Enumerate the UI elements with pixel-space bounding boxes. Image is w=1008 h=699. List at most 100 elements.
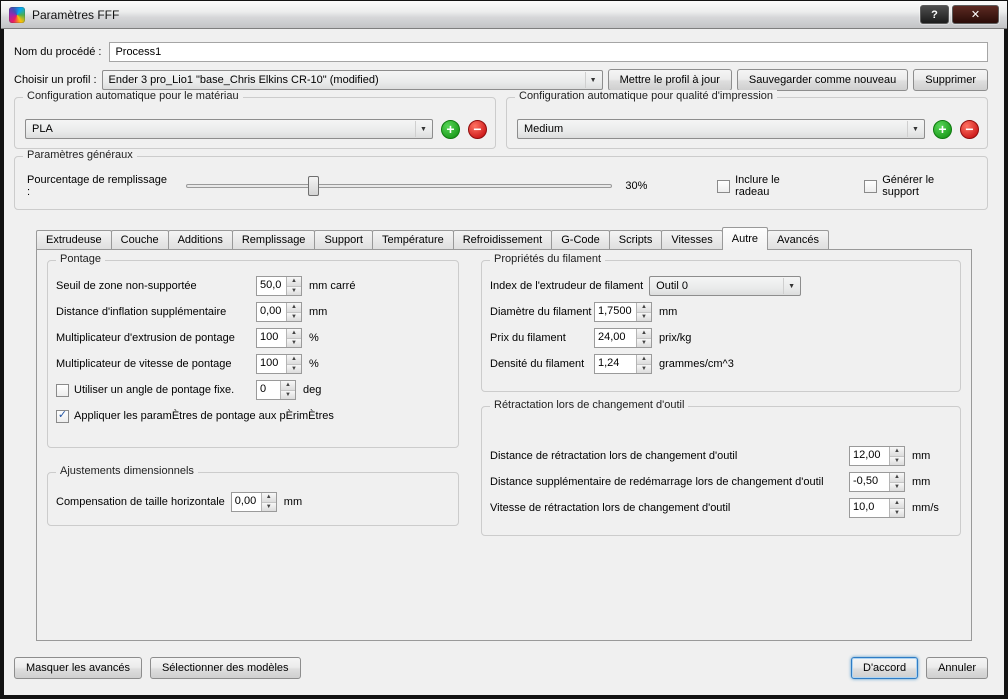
dimensional-adjustments-group: Ajustements dimensionnels Compensation d…: [47, 465, 459, 526]
unit-label: mm: [912, 450, 931, 462]
titlebar[interactable]: Paramètres FFF ? ✕: [1, 1, 1007, 29]
minus-icon: −: [473, 121, 482, 137]
save-as-new-profile-button[interactable]: Sauvegarder comme nouveau: [736, 69, 909, 91]
spin-up-icon[interactable]: ▲: [637, 329, 651, 339]
spin-up-icon[interactable]: ▲: [890, 499, 904, 509]
checkbox-icon: ✓: [56, 409, 69, 423]
bridge-angle-spinbox[interactable]: 0 ▲ ▼: [256, 380, 296, 400]
spin-down-icon[interactable]: ▼: [281, 390, 295, 399]
spin-up-icon[interactable]: ▲: [287, 303, 301, 313]
spin-down-icon[interactable]: ▼: [287, 338, 301, 347]
include-raft-checkbox[interactable]: ✓ Inclure le radeau: [717, 174, 816, 198]
spin-down-icon[interactable]: ▼: [890, 456, 904, 465]
app-icon: [9, 6, 25, 23]
spin-up-icon[interactable]: ▲: [890, 447, 904, 457]
infill-slider-handle[interactable]: [307, 176, 319, 196]
unit-label: mm: [659, 306, 678, 318]
toolchange-retraction-distance-spinbox[interactable]: 12,00 ▲ ▼: [849, 446, 905, 466]
cancel-button[interactable]: Annuler: [926, 657, 988, 679]
horizontal-size-compensation-row: Compensation de taille horizontale 0,00 …: [56, 489, 450, 515]
include-raft-label: Inclure le radeau: [735, 174, 780, 198]
spin-up-icon[interactable]: ▲: [890, 473, 904, 483]
infill-percentage-label: Pourcentage de remplissage :: [27, 174, 168, 198]
material-select[interactable]: PLA ▼: [25, 119, 433, 139]
tab-scripts[interactable]: Scripts: [608, 230, 663, 249]
update-profile-button[interactable]: Mettre le profil à jour: [607, 69, 732, 91]
titlebar-buttons: ? ✕: [920, 5, 999, 24]
material-config-title: Configuration automatique pour le matéri…: [23, 90, 243, 102]
ok-button[interactable]: D'accord: [851, 657, 919, 679]
spin-down-icon[interactable]: ▼: [287, 286, 301, 295]
filament-price-spinbox[interactable]: 24,00 ▲ ▼: [594, 328, 652, 348]
quality-select[interactable]: Medium ▼: [517, 119, 925, 139]
help-button[interactable]: ?: [920, 5, 949, 24]
spin-up-icon[interactable]: ▲: [261, 493, 276, 503]
filament-density-spinbox[interactable]: 1,24 ▲ ▼: [594, 354, 652, 374]
fff-settings-window: Paramètres FFF ? ✕ Nom du procédé : Choi…: [0, 0, 1008, 699]
select-models-button[interactable]: Sélectionner des modèles: [149, 657, 301, 679]
remove-quality-button[interactable]: −: [960, 119, 979, 139]
toolchange-retraction-speed-spinbox[interactable]: 10,0 ▲ ▼: [849, 498, 905, 518]
generate-support-checkbox[interactable]: ✓ Générer le support: [864, 174, 973, 198]
spin-up-icon[interactable]: ▲: [637, 355, 651, 365]
spin-down-icon[interactable]: ▼: [637, 338, 651, 347]
dialog-client-area: Nom du procédé : Choisir un profil : End…: [4, 29, 1004, 695]
bridge-speed-spinbox[interactable]: 100 ▲ ▼: [256, 354, 302, 374]
hide-advanced-button[interactable]: Masquer les avancés: [14, 657, 142, 679]
tab-gcode[interactable]: G-Code: [551, 230, 610, 249]
close-button[interactable]: ✕: [952, 5, 999, 24]
tab-extrudeuse[interactable]: Extrudeuse: [36, 230, 112, 249]
spin-down-icon[interactable]: ▼: [261, 502, 276, 511]
tab-temperature[interactable]: Température: [371, 230, 454, 249]
process-name-input[interactable]: [109, 42, 988, 62]
window-title: Paramètres FFF: [32, 7, 120, 22]
fixed-bridge-angle-checkbox[interactable]: ✓ Utiliser un angle de pontage fixe.: [56, 383, 256, 397]
tab-remplissage[interactable]: Remplissage: [231, 230, 316, 249]
spin-down-icon[interactable]: ▼: [287, 312, 301, 321]
spin-down-icon[interactable]: ▼: [287, 364, 301, 373]
apply-bridging-perimeters-checkbox[interactable]: ✓ Appliquer les paramÈtres de pontage au…: [56, 409, 334, 423]
spin-up-icon[interactable]: ▲: [637, 303, 651, 313]
spin-up-icon[interactable]: ▲: [281, 381, 295, 391]
bridge-extrusion-row: Multiplicateur d'extrusion de pontage 10…: [56, 325, 450, 351]
tab-couche[interactable]: Couche: [110, 230, 169, 249]
unsupported-area-spinbox[interactable]: 50,0 ▲ ▼: [256, 276, 302, 296]
delete-profile-button[interactable]: Supprimer: [913, 69, 988, 91]
tab-autre[interactable]: Autre: [721, 227, 769, 250]
profile-label: Choisir un profil :: [14, 74, 97, 86]
spin-down-icon[interactable]: ▼: [890, 508, 904, 517]
horizontal-size-compensation-spinbox[interactable]: 0,00 ▲ ▼: [230, 492, 277, 512]
infill-slider[interactable]: [185, 176, 613, 196]
spin-up-icon[interactable]: ▲: [287, 277, 301, 287]
extra-inflation-spinbox[interactable]: 0,00 ▲ ▼: [256, 302, 302, 322]
bridge-extrusion-spinbox[interactable]: 100 ▲ ▼: [256, 328, 302, 348]
unsupported-area-row: Seuil de zone non-supportée 50,0 ▲ ▼ mm c…: [56, 273, 450, 299]
spin-down-icon[interactable]: ▼: [890, 482, 904, 491]
filament-diameter-spinbox[interactable]: 1,7500 ▲ ▼: [594, 302, 652, 322]
slider-track: [185, 184, 613, 188]
tab-additions[interactable]: Additions: [167, 230, 233, 249]
tab-vitesses[interactable]: Vitesses: [661, 230, 723, 249]
toolchange-extra-restart-spinbox[interactable]: -0,50 ▲ ▼: [849, 472, 905, 492]
spin-up-icon[interactable]: ▲: [287, 355, 301, 365]
spin-down-icon[interactable]: ▼: [637, 312, 651, 321]
tab-avances[interactable]: Avancés: [767, 230, 830, 249]
filament-price-row: Prix du filament 24,00 ▲ ▼ prix/kg: [490, 325, 952, 351]
tab-panel-autre: Pontage Seuil de zone non-supportée 50,0…: [36, 249, 972, 641]
remove-material-button[interactable]: −: [468, 119, 487, 139]
tab-refroidissement[interactable]: Refroidissement: [452, 230, 553, 249]
unit-label: grammes/cm^3: [659, 358, 734, 370]
filament-toolhead-select[interactable]: Outil 0 ▼: [649, 276, 802, 296]
spin-up-icon[interactable]: ▲: [287, 329, 301, 339]
profile-select[interactable]: Ender 3 pro_Lio1 "base_Chris Elkins CR-1…: [101, 70, 603, 90]
minus-icon: −: [965, 121, 974, 137]
tab-support[interactable]: Support: [314, 230, 373, 249]
add-quality-button[interactable]: +: [933, 119, 952, 139]
unit-label: %: [309, 332, 319, 344]
bridging-group: Pontage Seuil de zone non-supportée 50,0…: [47, 253, 459, 448]
add-material-button[interactable]: +: [441, 119, 460, 139]
chevron-down-icon: ▼: [584, 72, 601, 88]
spin-down-icon[interactable]: ▼: [637, 364, 651, 373]
bridge-speed-row: Multiplicateur de vitesse de pontage 100…: [56, 351, 450, 377]
unit-label: mm: [283, 496, 303, 508]
